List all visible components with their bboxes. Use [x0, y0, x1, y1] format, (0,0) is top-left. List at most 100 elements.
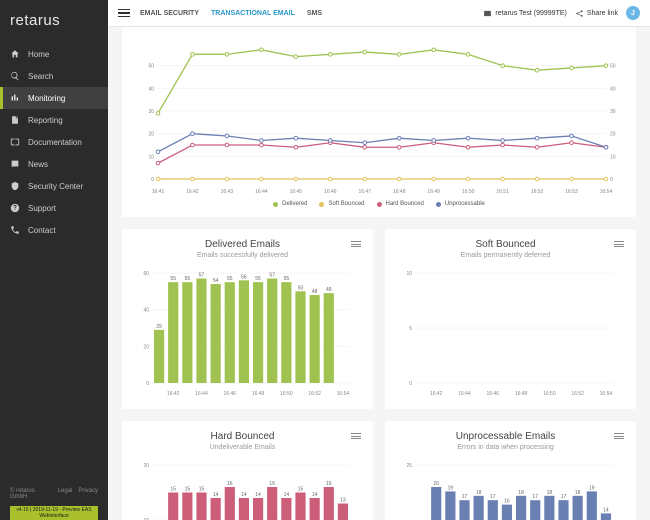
svg-text:14: 14 — [284, 492, 290, 498]
svg-text:16:54: 16:54 — [600, 391, 613, 397]
chart-legend: DeliveredSoft BouncedHard BouncedUnproce… — [134, 201, 624, 207]
hamburger-icon[interactable] — [118, 9, 130, 18]
sidebar-item-support[interactable]: Support — [0, 197, 108, 219]
card-menu-icon[interactable] — [614, 241, 624, 247]
svg-text:16:47: 16:47 — [359, 189, 372, 195]
svg-text:40: 40 — [148, 86, 154, 92]
svg-text:17: 17 — [490, 494, 496, 500]
svg-text:16:52: 16:52 — [531, 189, 544, 195]
sidebar-item-security[interactable]: Security Center — [0, 175, 108, 197]
svg-text:16:46: 16:46 — [324, 189, 337, 195]
tab-transactional-email[interactable]: TRANSACTIONAL EMAIL — [211, 10, 295, 17]
card-menu-icon[interactable] — [351, 433, 361, 439]
svg-text:16: 16 — [326, 481, 332, 487]
svg-text:15: 15 — [185, 487, 191, 493]
svg-text:16:52: 16:52 — [308, 391, 321, 397]
hard-bounced-chart-card: Hard Bounced Undeliverable Emails 010207… — [122, 421, 373, 520]
tab-sms[interactable]: SMS — [307, 10, 322, 17]
share-icon — [575, 9, 584, 18]
svg-text:16:50: 16:50 — [543, 391, 556, 397]
card-menu-icon[interactable] — [351, 241, 361, 247]
tab-email-security[interactable]: EMAIL SECURITY — [140, 10, 199, 17]
svg-text:40: 40 — [610, 86, 616, 92]
svg-text:55: 55 — [227, 276, 233, 282]
svg-text:16:54: 16:54 — [337, 391, 350, 397]
sidebar-item-label: News — [28, 160, 48, 169]
svg-text:16:46: 16:46 — [224, 391, 237, 397]
svg-text:50: 50 — [298, 285, 304, 291]
svg-text:56: 56 — [241, 274, 247, 280]
svg-text:16:48: 16:48 — [252, 391, 265, 397]
svg-text:20: 20 — [143, 463, 149, 469]
footer-link-legal[interactable]: Legal — [58, 488, 73, 500]
brand-logo: retarus — [0, 0, 108, 43]
svg-text:16:48: 16:48 — [515, 391, 528, 397]
svg-text:25: 25 — [406, 463, 412, 469]
svg-text:29: 29 — [156, 324, 162, 330]
svg-text:13: 13 — [340, 498, 346, 504]
footer-link-privacy[interactable]: Privacy — [78, 488, 98, 500]
sidebar-item-home[interactable]: Home — [0, 43, 108, 65]
svg-text:14: 14 — [255, 492, 261, 498]
svg-text:18: 18 — [575, 490, 581, 496]
card-menu-icon[interactable] — [614, 433, 624, 439]
svg-text:57: 57 — [269, 273, 275, 279]
svg-text:16: 16 — [269, 481, 275, 487]
svg-text:20: 20 — [148, 132, 154, 138]
svg-text:50: 50 — [148, 64, 154, 70]
svg-text:30: 30 — [148, 109, 154, 115]
svg-text:16:53: 16:53 — [565, 189, 578, 195]
svg-text:0: 0 — [151, 177, 154, 183]
svg-text:17: 17 — [462, 494, 468, 500]
svg-text:10: 10 — [610, 154, 616, 160]
overview-line-chart-card: 001010202030304040505016:4116:4216:4316:… — [122, 27, 636, 217]
svg-text:15: 15 — [298, 487, 304, 493]
svg-text:16:44: 16:44 — [458, 391, 471, 397]
svg-text:15: 15 — [199, 487, 205, 493]
svg-text:17: 17 — [561, 494, 567, 500]
svg-text:10: 10 — [406, 271, 412, 277]
card-subtitle: Emails permanently deferred — [397, 252, 614, 259]
content: 001010202030304040505016:4116:4216:4316:… — [108, 27, 650, 520]
sidebar-item-contact[interactable]: Contact — [0, 219, 108, 241]
svg-text:55: 55 — [255, 276, 261, 282]
svg-text:16:42: 16:42 — [167, 391, 180, 397]
svg-text:16:46: 16:46 — [487, 391, 500, 397]
sidebar-item-label: Reporting — [28, 116, 63, 125]
sidebar-item-monitoring[interactable]: Monitoring — [0, 87, 108, 109]
sidebar-item-label: Search — [28, 72, 53, 81]
card-subtitle: Undeliverable Emails — [134, 444, 351, 451]
svg-text:30: 30 — [610, 109, 616, 115]
svg-text:16:44: 16:44 — [255, 189, 268, 195]
footer-link-copyright[interactable]: © retarus GmbH — [10, 488, 52, 500]
svg-text:50: 50 — [610, 64, 616, 70]
avatar[interactable]: J — [626, 6, 640, 20]
svg-text:16:44: 16:44 — [195, 391, 208, 397]
sidebar-item-search[interactable]: Search — [0, 65, 108, 87]
svg-text:14: 14 — [241, 492, 247, 498]
svg-text:0: 0 — [409, 381, 412, 387]
soft-bounced-chart-card: Soft Bounced Emails permanently deferred… — [385, 229, 636, 409]
delivered-chart-card: Delivered Emails Emails successfully del… — [122, 229, 373, 409]
svg-text:5: 5 — [409, 326, 412, 332]
svg-text:16:50: 16:50 — [462, 189, 475, 195]
tabs: EMAIL SECURITY TRANSACTIONAL EMAIL SMS — [140, 10, 322, 17]
delivered-bar-chart: 02040602955555754555655575550484916:4216… — [134, 259, 356, 399]
share-link[interactable]: Share link — [575, 9, 618, 18]
sidebar-item-reporting[interactable]: Reporting — [0, 109, 108, 131]
card-title: Unprocessable Emails — [397, 431, 614, 442]
svg-text:19: 19 — [448, 485, 454, 491]
sidebar-item-documentation[interactable]: Documentation — [0, 131, 108, 153]
svg-text:16: 16 — [504, 499, 510, 505]
svg-text:14: 14 — [312, 492, 318, 498]
svg-text:20: 20 — [143, 344, 149, 350]
svg-text:40: 40 — [143, 308, 149, 314]
svg-text:57: 57 — [199, 273, 205, 279]
sidebar-item-news[interactable]: News — [0, 153, 108, 175]
svg-text:55: 55 — [284, 276, 290, 282]
svg-text:16:42: 16:42 — [186, 189, 199, 195]
unprocessable-chart-card: Unprocessable Emails Errors in data when… — [385, 421, 636, 520]
account-switcher[interactable]: retarus Test (99999TE) — [483, 9, 566, 18]
svg-text:20: 20 — [610, 132, 616, 138]
svg-text:54: 54 — [213, 278, 219, 284]
